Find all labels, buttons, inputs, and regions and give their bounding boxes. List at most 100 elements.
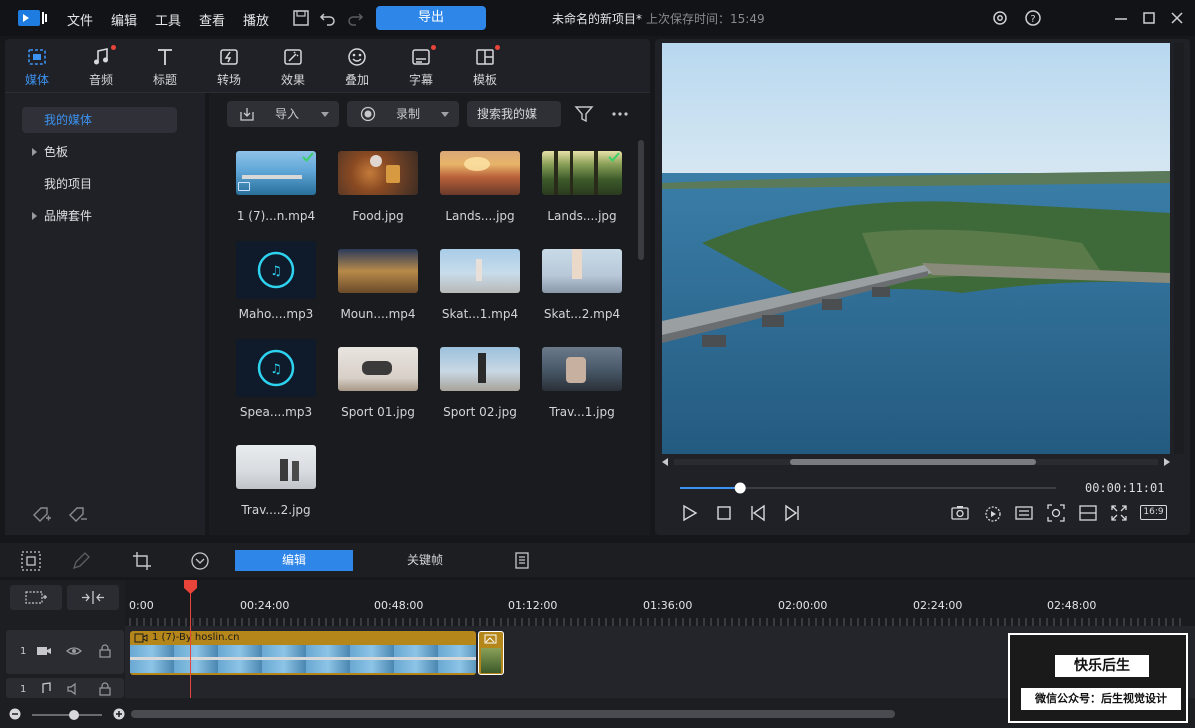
zoom-slider[interactable]: [32, 709, 104, 721]
undo-icon[interactable]: [318, 8, 338, 28]
help-icon[interactable]: ?: [1024, 9, 1042, 27]
import-dropdown[interactable]: 导入: [227, 101, 339, 127]
fullscreen-icon[interactable]: [1109, 503, 1129, 523]
export-button[interactable]: 导出: [376, 6, 486, 30]
track-number: 1: [20, 646, 27, 657]
search-media-input[interactable]: [467, 101, 561, 127]
speaker-icon[interactable]: [66, 682, 82, 696]
tab-title[interactable]: 标题: [140, 44, 190, 90]
svg-text:?: ?: [1030, 14, 1035, 25]
media-thumb-1[interactable]: [236, 151, 316, 195]
media-label: Trav...1.jpg: [549, 405, 615, 419]
media-thumb-2[interactable]: [338, 151, 418, 195]
pen-tool-icon[interactable]: [70, 550, 92, 572]
next-frame-icon[interactable]: [781, 503, 801, 523]
snapshot-camera-icon[interactable]: [950, 503, 970, 523]
media-thumb-6[interactable]: [338, 249, 418, 293]
playhead-handle-icon[interactable]: [184, 580, 197, 594]
tab-subtitle[interactable]: 字幕: [396, 44, 446, 90]
tab-media[interactable]: 媒体: [12, 44, 62, 90]
preview-vertical-scrollbar[interactable]: [1174, 43, 1184, 454]
settings-gear-icon[interactable]: [991, 9, 1009, 27]
save-icon[interactable]: [291, 8, 311, 28]
checkmark-icon: [302, 152, 314, 162]
aspect-ratio-button[interactable]: 16:9: [1140, 505, 1167, 520]
media-thumb-12[interactable]: [542, 347, 622, 391]
app-logo-icon: [18, 10, 47, 26]
menu-file[interactable]: 文件: [67, 10, 93, 29]
previous-frame-icon[interactable]: [749, 503, 769, 523]
media-label: Trav....2.jpg: [241, 503, 311, 517]
add-track-button[interactable]: [10, 585, 62, 610]
media-thumb-9[interactable]: ♫: [236, 339, 316, 397]
sidebar-item-brand-kit[interactable]: 品牌套件: [22, 203, 177, 229]
fit-to-window-icon: [82, 591, 104, 604]
media-scrollbar[interactable]: [638, 140, 644, 260]
media-thumb-11[interactable]: [440, 347, 520, 391]
timeline-horizontal-scrollbar[interactable]: [131, 710, 895, 718]
tab-audio[interactable]: 音频: [76, 44, 126, 90]
crop-icon[interactable]: [131, 550, 153, 572]
add-tag-icon[interactable]: [30, 503, 52, 525]
media-label: Food.jpg: [352, 209, 404, 223]
media-thumb-4[interactable]: [542, 151, 622, 195]
add-track-icon: [25, 591, 47, 604]
tools-dropdown-icon[interactable]: [189, 550, 211, 572]
project-title: 未命名的新项目* 上次保存时间：15:49: [552, 10, 765, 27]
chevron-down-icon: [441, 112, 449, 117]
tab-transition[interactable]: 转场: [204, 44, 254, 90]
fit-timeline-button[interactable]: [67, 585, 119, 610]
media-label: Lands....jpg: [445, 209, 515, 223]
zoom-in-icon[interactable]: [113, 708, 125, 720]
tab-overlay[interactable]: 叠加: [332, 44, 382, 90]
playhead[interactable]: [190, 580, 191, 698]
ruler-tick-label: 02:24:00: [913, 599, 963, 612]
tab-template[interactable]: 模板: [460, 44, 510, 90]
maximize-icon[interactable]: [1140, 9, 1158, 27]
media-thumb-7[interactable]: [440, 249, 520, 293]
media-label: Lands....jpg: [547, 209, 617, 223]
menu-tools[interactable]: 工具: [155, 10, 181, 29]
preview-quality-icon[interactable]: [983, 503, 1003, 523]
more-options-icon[interactable]: [610, 104, 630, 124]
split-view-icon[interactable]: [1078, 503, 1098, 523]
zoom-fit-icon[interactable]: [1046, 503, 1066, 523]
new-dot: [495, 45, 500, 50]
ruler-tick-label: 0:00: [129, 599, 154, 612]
media-thumb-3[interactable]: [440, 151, 520, 195]
preview-horizontal-scrollbar[interactable]: [662, 457, 1170, 467]
tab-effects[interactable]: 效果: [268, 44, 318, 90]
select-tool-icon[interactable]: [20, 550, 42, 572]
sidebar-label: 我的项目: [44, 177, 93, 191]
stop-icon[interactable]: [714, 503, 734, 523]
media-thumb-5[interactable]: ♫: [236, 241, 316, 299]
remove-tag-icon[interactable]: [66, 503, 88, 525]
subtitle-toggle-icon[interactable]: [1014, 503, 1034, 523]
lock-icon[interactable]: [98, 644, 112, 658]
filter-icon[interactable]: [574, 104, 594, 124]
sidebar-item-color-board[interactable]: 色板: [22, 139, 177, 165]
ruler-tick-label: 01:12:00: [508, 599, 558, 612]
close-icon[interactable]: [1168, 9, 1186, 27]
playback-slider[interactable]: [680, 481, 1060, 495]
chapter-marker-icon[interactable]: [511, 550, 533, 572]
media-thumb-13[interactable]: [236, 445, 316, 489]
media-thumb-8[interactable]: [542, 249, 622, 293]
tab-keyframe[interactable]: 关键帧: [370, 550, 480, 571]
lock-icon[interactable]: [98, 682, 112, 696]
image-clip[interactable]: [478, 631, 504, 675]
eye-icon[interactable]: [66, 644, 82, 658]
menu-play[interactable]: 播放: [243, 10, 269, 29]
sidebar-item-my-media[interactable]: 我的媒体: [22, 107, 177, 133]
tab-edit[interactable]: 编辑: [235, 550, 353, 571]
redo-icon[interactable]: [345, 8, 365, 28]
minimize-icon[interactable]: [1112, 9, 1130, 27]
media-thumb-10[interactable]: [338, 347, 418, 391]
menu-view[interactable]: 查看: [199, 10, 225, 29]
sidebar-item-my-projects[interactable]: 我的项目: [22, 171, 177, 197]
record-dropdown[interactable]: 录制: [347, 101, 459, 127]
menu-edit[interactable]: 编辑: [111, 10, 137, 29]
play-icon[interactable]: [680, 503, 700, 523]
checkmark-icon: [608, 152, 620, 162]
zoom-out-icon[interactable]: [9, 708, 21, 720]
